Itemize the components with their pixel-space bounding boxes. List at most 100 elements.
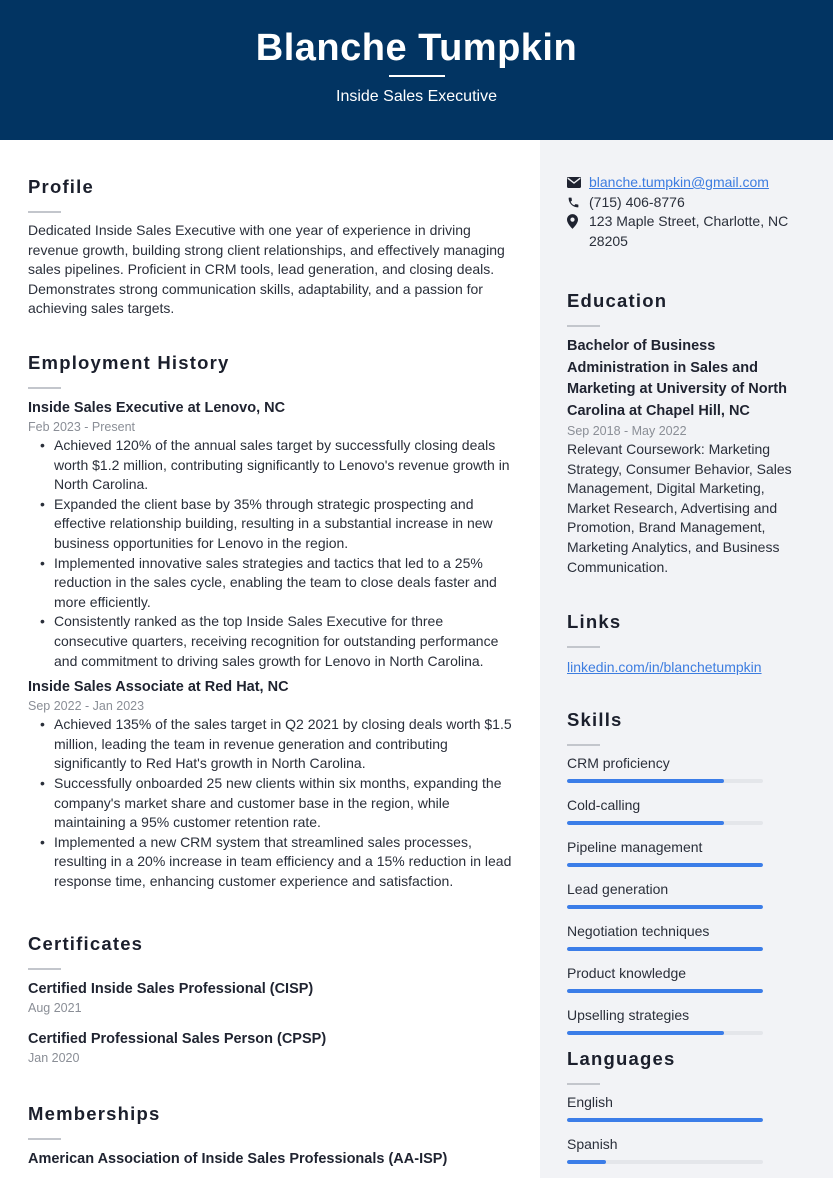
skill-item-level-track [567,779,763,783]
section-heading: Profile [28,176,94,197]
skill-item-level-fill [567,1031,724,1035]
languages-section: Languages English Spanish [567,1047,807,1176]
skill-item-label: CRM proficiency [567,755,670,771]
job-dates: Sep 2022 - Jan 2023 [28,699,145,714]
job-bullet: Successfully onboarded 25 new clients wi… [40,774,518,833]
contact-section: blanche.tumpkin@gmail.com (715) 406-8776… [567,173,807,251]
section-heading: Languages [567,1048,676,1069]
memberships-section: Memberships American Association of Insi… [28,1102,518,1169]
skill-item: Product knowledge [567,963,807,993]
language-item-level-fill [567,1118,763,1122]
job-bullet: Implemented innovative sales strategies … [40,554,518,613]
language-item-level-track [567,1160,763,1164]
membership-item: American Association of Inside Sales Pro… [28,1149,518,1169]
section-heading: Skills [567,709,623,730]
job-bullet: Implemented a new CRM system that stream… [40,833,518,892]
certificate-date: Aug 2021 [28,1001,82,1015]
email-link[interactable]: blanche.tumpkin@gmail.com [589,173,769,193]
skill-item-label: Pipeline management [567,839,703,855]
skill-item: Lead generation [567,879,807,909]
language-item-level-fill [567,1160,607,1164]
section-divider [28,387,61,389]
skill-item-level-fill [567,989,763,993]
skill-item-level-track [567,947,763,951]
contact-phone: (715) 406-8776 [567,193,807,213]
job-dates: Feb 2023 - Present [28,420,136,434]
language-item-level-track [567,1118,763,1122]
job-entry: Inside Sales Associate at Red Hat, NC Se… [28,677,518,891]
skill-item: Upselling strategies [567,1005,807,1035]
candidate-title: Inside Sales Executive [336,88,497,105]
job-title: Inside Sales Associate at Red Hat, NC [28,679,289,696]
map-pin-icon [567,212,589,232]
skill-item-level-fill [567,905,763,909]
section-divider [28,211,61,213]
section-heading: Education [567,290,668,311]
header-divider [389,75,445,77]
language-item-label: Spanish [567,1136,618,1152]
language-item: Spanish [567,1134,807,1164]
skill-item-level-fill [567,821,724,825]
profile-section: Profile Dedicated Inside Sales Executive… [28,175,518,319]
address-text: 123 Maple Street, Charlotte, NC 28205 [589,213,789,249]
certificate-item: Certified Professional Sales Person (CPS… [28,1029,518,1067]
membership-title: American Association of Inside Sales Pro… [28,1151,448,1167]
skill-item-level-fill [567,863,763,867]
skill-item-level-fill [567,779,724,783]
contact-email: blanche.tumpkin@gmail.com [567,173,807,193]
section-divider [28,1138,61,1140]
skills-list: CRM proficiency Cold-calling Pipeline mana… [567,753,807,1035]
section-heading: Certificates [28,933,144,954]
section-divider [567,1083,600,1085]
skill-item-level-fill [567,947,763,951]
certificate-item: Certified Inside Sales Professional (CIS… [28,979,518,1017]
skill-item-label: Upselling strategies [567,1007,690,1023]
section-heading: Employment History [28,352,230,373]
skill-item-label: Cold-calling [567,797,641,813]
linkedin-link[interactable]: linkedin.com/in/blanchetumpkin [567,659,762,675]
education-dates: Sep 2018 - May 2022 [567,424,687,438]
contact-address: 123 Maple Street, Charlotte, NC 28205 [567,212,807,251]
job-title: Inside Sales Executive at Lenovo, NC [28,400,286,416]
skills-section: Skills CRM proficiency Cold-calling Pipeli… [567,708,807,1047]
links-section: Links linkedin.com/in/blanchetumpkin [567,610,807,677]
certificates-section: Certificates Certified Inside Sales Prof… [28,932,518,1067]
section-divider [567,325,600,327]
job-bullets: Achieved 120% of the annual sales target… [40,436,518,671]
skill-item-level-track [567,905,763,909]
language-item: English [567,1092,807,1122]
job-bullet: Consistently ranked as the top Inside Sa… [40,612,518,671]
language-item-label: English [567,1094,613,1110]
phone-text: (715) 406-8776 [589,193,685,210]
job-entry: Inside Sales Executive at Lenovo, NC Feb… [28,398,518,671]
skill-item-label: Negotiation techniques [567,923,710,939]
certificate-date: Jan 2020 [28,1051,80,1065]
skill-item-label: Lead generation [567,881,669,897]
skill-item: CRM proficiency [567,753,807,783]
skill-item-label: Product knowledge [567,965,687,981]
resume-header: Blanche Tumpkin Inside Sales Executive [0,0,833,140]
certificate-title: Certified Professional Sales Person (CPS… [28,1031,327,1047]
certificate-title: Certified Inside Sales Professional (CIS… [28,981,314,997]
job-bullet: Expanded the client base by 35% through … [40,495,518,554]
skill-item-level-track [567,863,763,867]
skill-item: Cold-calling [567,795,807,825]
skill-item-level-track [567,989,763,993]
envelope-icon [567,173,589,193]
education-section: Education Bachelor of Business Administr… [567,289,807,577]
employment-section: Employment History Inside Sales Executiv… [28,351,518,891]
candidate-name: Blanche Tumpkin [255,27,578,69]
section-divider [567,646,600,648]
skill-item-level-track [567,1031,763,1035]
skill-item: Pipeline management [567,837,807,867]
skill-item: Negotiation techniques [567,921,807,951]
section-divider [567,744,600,746]
job-bullets: Achieved 135% of the sales target in Q2 … [40,715,518,891]
skill-item-level-track [567,821,763,825]
profile-text: Dedicated Inside Sales Executive with on… [28,222,505,317]
section-heading: Memberships [28,1103,161,1124]
job-bullet: Achieved 120% of the annual sales target… [40,436,518,495]
languages-list: English Spanish [567,1092,807,1164]
section-heading: Links [567,611,622,632]
degree-title: Bachelor of Business Administration in S… [567,338,787,419]
